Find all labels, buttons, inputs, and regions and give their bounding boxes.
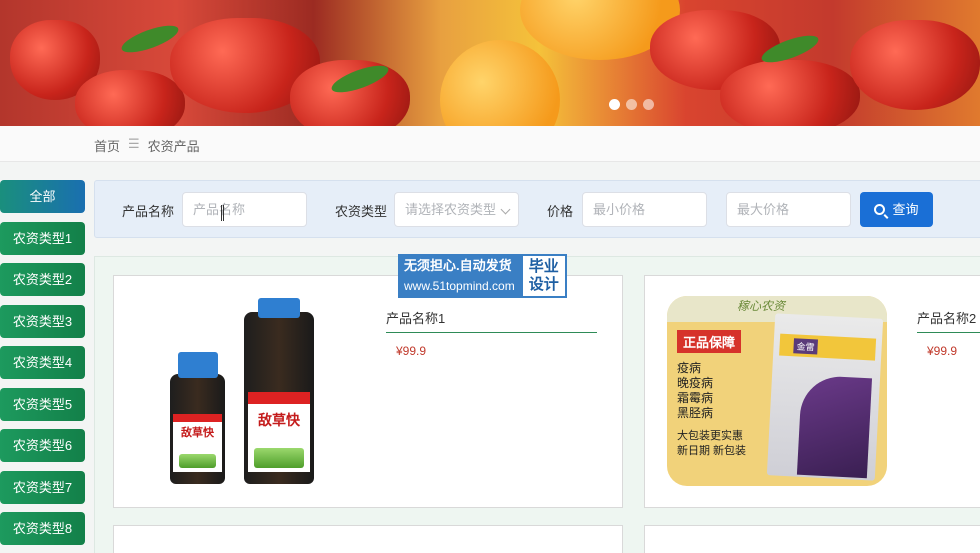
watermark-text: 无须担心.自动发货 www.51topmind.com — [398, 254, 521, 298]
bottle-image: 敌草快 — [244, 298, 314, 484]
type-label: 农资类型 — [335, 204, 388, 219]
package-tag: 正品保障 — [677, 330, 742, 353]
watermark-badge: 毕业设计 — [520, 254, 567, 298]
bottle-cap — [258, 298, 300, 318]
strawberry-image — [75, 70, 185, 126]
chevron-down-icon — [500, 204, 511, 215]
package-disease-list: 疫病 晚疫病 霜霉病 黑胫病 — [677, 361, 767, 421]
bottle-label: 敌草快 — [248, 392, 310, 472]
package-line: 大包装更实惠 — [677, 430, 743, 442]
text-cursor-icon — [221, 205, 224, 221]
product-image[interactable]: 敌草快 敌草快 — [164, 294, 324, 489]
sidebar-item-type6[interactable]: 农资类型6 — [0, 429, 85, 462]
bag-graphic — [796, 374, 873, 479]
carousel-dot[interactable] — [643, 99, 654, 110]
sidebar-item-type8[interactable]: 农资类型8 — [0, 512, 85, 545]
query-button-label: 查询 — [892, 202, 919, 217]
bottle-label-text: 敌草快 — [258, 412, 300, 428]
search-icon — [874, 204, 886, 215]
max-price-input[interactable]: 最大价格 — [726, 192, 851, 227]
product-name[interactable]: 产品名称1 — [386, 308, 597, 333]
product-image[interactable]: 稼心农资 正品保障 疫病 晚疫病 霜霉病 黑胫病 大包装更实惠 新日期 新包装 … — [667, 296, 887, 486]
watermark-badge-text: 毕业设计 — [528, 258, 559, 293]
breadcrumb-separator-icon: ☰ — [128, 136, 140, 151]
product-name[interactable]: 产品名称2 — [917, 308, 980, 333]
carousel-dot[interactable] — [626, 99, 637, 110]
package-line: 黑胫病 — [677, 406, 714, 420]
product-card[interactable] — [644, 525, 980, 553]
breadcrumb-current: 农资产品 — [147, 139, 200, 154]
type-select-placeholder: 请选择农资类型 — [405, 202, 497, 217]
sidebar-item-type5[interactable]: 农资类型5 — [0, 387, 85, 421]
package-info: 正品保障 疫病 晚疫病 霜霉病 黑胫病 大包装更实惠 新日期 新包装 — [677, 330, 767, 480]
sidebar-item-all[interactable]: 全部 — [0, 180, 85, 213]
product-name-label: 产品名称 — [122, 204, 175, 219]
category-sidebar: 全部 农资类型1 农资类型2 农资类型3 农资类型4 农资类型5 农资类型6 农… — [0, 180, 85, 553]
strawberry-image — [290, 60, 410, 126]
carousel-dot[interactable] — [609, 99, 620, 110]
watermark-line1: 无须担心.自动发货 — [404, 258, 512, 273]
product-card[interactable] — [113, 525, 623, 553]
hero-banner — [0, 0, 980, 126]
bottle-label: 敌草快 — [173, 414, 222, 472]
sidebar-item-type7[interactable]: 农资类型7 — [0, 470, 85, 504]
sidebar-item-type2[interactable]: 农资类型2 — [0, 263, 85, 296]
search-form: 产品名称 产品名称 农资类型 请选择农资类型 价格 最小价格 最大价格 查询 — [94, 180, 980, 238]
strawberry-image — [720, 60, 860, 126]
sidebar-item-type4[interactable]: 农资类型4 — [0, 346, 85, 379]
sidebar-item-type1[interactable]: 农资类型1 — [0, 221, 85, 255]
package-line: 霜霉病 — [677, 391, 714, 405]
watermark-line2: www.51topmind.com — [404, 279, 515, 293]
carousel-dots — [609, 99, 654, 110]
breadcrumb-bar: 首页 ☰ 农资产品 — [0, 126, 980, 162]
bag-brand: 金雷 — [793, 338, 819, 355]
product-grid: 敌草快 敌草快 产品名称1 ¥99.9 稼心农资 正品保障 疫病 晚疫病 霜霉病… — [94, 256, 980, 553]
product-price: ¥99.9 — [396, 344, 427, 358]
watermark: 无须担心.自动发货 www.51topmind.com 毕业设计 — [398, 254, 567, 298]
package-bag-image: 金雷 — [766, 313, 884, 481]
product-card[interactable]: 稼心农资 正品保障 疫病 晚疫病 霜霉病 黑胫病 大包装更实惠 新日期 新包装 … — [644, 275, 980, 508]
breadcrumb: 首页 ☰ 农资产品 — [94, 136, 200, 155]
product-card[interactable]: 敌草快 敌草快 产品名称1 ¥99.9 — [113, 275, 623, 508]
min-price-input[interactable]: 最小价格 — [582, 192, 707, 227]
orange-image — [440, 40, 560, 126]
product-name-input[interactable]: 产品名称 — [182, 192, 307, 227]
bottle-cap — [178, 352, 218, 378]
package-line: 疫病 — [677, 361, 702, 375]
price-label: 价格 — [547, 204, 574, 219]
bottle-label-text: 敌草快 — [181, 427, 214, 439]
bottle-image: 敌草快 — [170, 352, 225, 484]
query-button[interactable]: 查询 — [860, 192, 933, 227]
package-line: 新日期 新包装 — [677, 445, 747, 457]
product-price: ¥99.9 — [927, 344, 958, 358]
breadcrumb-home[interactable]: 首页 — [94, 136, 120, 155]
strawberry-image — [850, 20, 980, 110]
package-footer: 大包装更实惠 新日期 新包装 — [677, 429, 767, 459]
sidebar-item-type3[interactable]: 农资类型3 — [0, 304, 85, 338]
type-select[interactable]: 请选择农资类型 — [394, 192, 519, 227]
package-line: 晚疫病 — [677, 376, 714, 390]
